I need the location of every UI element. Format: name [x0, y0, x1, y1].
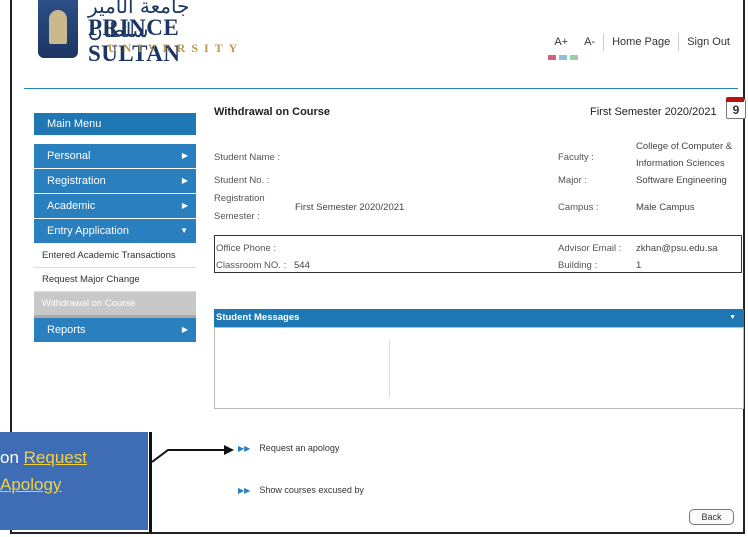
- instruction-callout: on Request Apology: [0, 432, 148, 530]
- logo-university-text: UNIVERSITY: [108, 41, 244, 55]
- student-messages-title: Student Messages: [216, 312, 300, 323]
- home-page-link[interactable]: Home Page: [604, 36, 678, 48]
- callout-divider-bar: [149, 432, 152, 532]
- building-value: 1: [636, 260, 642, 271]
- semester-label: Semester :: [214, 211, 260, 222]
- callout-prefix: on: [0, 448, 24, 467]
- double-arrow-right-icon: ▶▶: [238, 444, 251, 453]
- chevron-right-icon: ▶: [181, 201, 188, 210]
- callout-line-2: Apology: [0, 471, 61, 498]
- advisor-email-label: Advisor Email :: [558, 243, 622, 254]
- student-messages-panel: [214, 327, 744, 409]
- faculty-label: Faculty :: [558, 152, 594, 163]
- back-button[interactable]: Back: [689, 509, 734, 525]
- main-menu-header: Main Menu: [34, 113, 196, 136]
- theme-green-swatch[interactable]: [570, 55, 578, 60]
- campus-label: Campus :: [558, 202, 599, 213]
- chevron-down-icon[interactable]: ▼: [729, 309, 736, 327]
- building-label: Building :: [558, 260, 598, 271]
- sidebar-item-label: Entry Application: [47, 225, 129, 237]
- sidebar-item-academic[interactable]: Academic ▶: [34, 194, 196, 219]
- sidebar-item-label: Academic: [47, 200, 96, 212]
- student-messages-header[interactable]: Student Messages ▼: [214, 309, 744, 327]
- show-courses-link[interactable]: ▶▶ Show courses excused by: [238, 485, 364, 495]
- university-logo[interactable]: جامعة الأمير سلطان PRINCE SULTAN UNIVERS…: [38, 0, 248, 66]
- sidebar-item-label: Registration: [47, 175, 106, 187]
- sidebar-item-entry-application[interactable]: Entry Application ▼: [34, 219, 196, 244]
- sub-item-withdrawal-on-course[interactable]: Withdrawal on Course: [34, 292, 196, 318]
- header: جامعة الأمير سلطان PRINCE SULTAN UNIVERS…: [0, 0, 748, 89]
- faculty-value-line1: College of Computer &: [636, 141, 733, 152]
- request-apology-label: Request an apology: [259, 443, 340, 453]
- theme-pink-swatch[interactable]: [548, 55, 556, 60]
- sidebar-item-label: Reports: [47, 324, 86, 336]
- classroom-value: 544: [294, 260, 310, 271]
- callout-request-link: Request: [23, 448, 87, 467]
- classroom-label: Classroom NO. :: [216, 260, 287, 271]
- sidebar-menu: Main Menu Personal ▶ Registration ▶ Acad…: [34, 113, 196, 343]
- faculty-value-line2: Information Sciences: [636, 158, 725, 169]
- sidebar-item-personal[interactable]: Personal ▶: [34, 144, 196, 169]
- logo-seal-icon: [38, 0, 78, 58]
- major-label: Major :: [558, 175, 588, 186]
- student-no-label: Student No. :: [214, 175, 270, 186]
- top-tools: A+ A- Home Page Sign Out: [546, 33, 738, 51]
- advisor-email-value: zkhan@psu.edu.sa: [636, 243, 718, 254]
- chevron-right-icon: ▶: [181, 151, 188, 160]
- calendar-icon[interactable]: 9: [726, 97, 746, 119]
- calendar-day: 9: [732, 103, 740, 117]
- show-courses-label: Show courses excused by: [259, 485, 364, 495]
- callout-apology-link: Apology: [0, 475, 62, 494]
- sub-item-request-major-change[interactable]: Request Major Change: [34, 268, 196, 292]
- campus-value: Male Campus: [636, 202, 695, 213]
- theme-blue-swatch[interactable]: [559, 55, 567, 60]
- chevron-right-icon: ▶: [181, 325, 188, 334]
- callout-line-1: on Request: [0, 444, 87, 471]
- major-value: Software Engineering: [636, 175, 727, 186]
- font-decrease-button[interactable]: A-: [576, 36, 603, 48]
- page-title: Withdrawal on Course: [214, 106, 331, 118]
- theme-swatches: [548, 55, 578, 60]
- double-arrow-right-icon: ▶▶: [238, 486, 251, 495]
- sidebar-item-reports[interactable]: Reports ▶: [34, 318, 196, 343]
- divider: [389, 340, 390, 398]
- sidebar-item-label: Personal: [47, 150, 91, 162]
- sign-out-link[interactable]: Sign Out: [679, 36, 738, 48]
- sub-item-entered-academic-transactions[interactable]: Entered Academic Transactions: [34, 244, 196, 268]
- spacer: [34, 136, 196, 144]
- sidebar-item-registration[interactable]: Registration ▶: [34, 169, 196, 194]
- registration-label: Registration: [214, 193, 265, 204]
- chevron-down-icon: ▼: [180, 226, 188, 235]
- request-apology-link[interactable]: ▶▶ Request an apology: [238, 443, 339, 453]
- chevron-right-icon: ▶: [181, 176, 188, 185]
- font-increase-button[interactable]: A+: [546, 36, 576, 48]
- office-phone-label: Office Phone :: [216, 243, 277, 254]
- registration-semester-value: First Semester 2020/2021: [295, 202, 405, 213]
- current-semester: First Semester 2020/2021: [590, 106, 717, 118]
- header-divider: [24, 88, 738, 89]
- callout-text: on Request Apology: [0, 434, 146, 530]
- student-name-label: Student Name :: [214, 152, 281, 163]
